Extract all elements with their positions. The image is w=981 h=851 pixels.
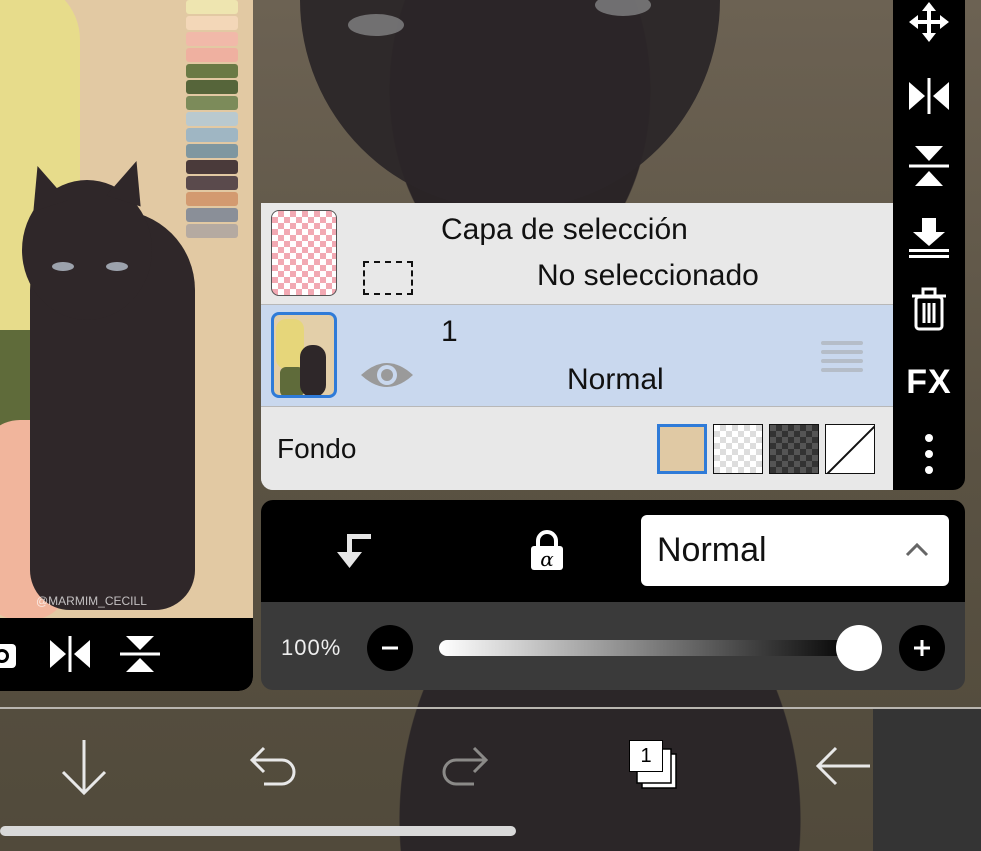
palette-swatch xyxy=(186,176,238,190)
background-option-light-checker[interactable] xyxy=(713,424,763,474)
palette-swatch xyxy=(186,0,238,14)
palette-swatch xyxy=(186,112,238,126)
layer-count-badge: 1 xyxy=(629,740,663,772)
background-option-none[interactable] xyxy=(825,424,875,474)
selection-layer-row[interactable]: Capa de selección No seleccionado xyxy=(261,203,893,305)
fx-icon[interactable]: FX xyxy=(899,354,959,410)
layer-1-name: 1 xyxy=(441,315,458,348)
more-vertical-icon[interactable] xyxy=(899,426,959,482)
background-option-dark-checker[interactable] xyxy=(769,424,819,474)
selection-layer-status: No seleccionado xyxy=(537,259,759,292)
blend-mode-bar: α Normal xyxy=(261,500,965,602)
layers-panel: Capa de selección No seleccionado 1 Norm… xyxy=(261,203,893,490)
opacity-slider-thumb[interactable] xyxy=(836,625,882,671)
palette-swatch xyxy=(186,48,238,62)
color-palette xyxy=(186,0,238,240)
palette-swatch xyxy=(186,208,238,222)
palette-swatch xyxy=(186,192,238,206)
palette-swatch xyxy=(186,80,238,94)
flip-horizontal-icon[interactable] xyxy=(899,68,959,124)
background-row: Fondo xyxy=(261,407,893,490)
artist-credit: @MARMIM_CECILL xyxy=(36,594,147,608)
palette-swatch xyxy=(186,128,238,142)
background-option-tan[interactable] xyxy=(657,424,707,474)
back-arrow-icon[interactable] xyxy=(808,730,880,802)
thumb-cat xyxy=(300,345,326,395)
art-cat-eye xyxy=(106,262,128,271)
palette-swatch xyxy=(186,16,238,30)
visibility-eye-icon[interactable] xyxy=(359,357,415,398)
opacity-value: 100% xyxy=(281,635,342,660)
flip-vertical-icon[interactable] xyxy=(899,138,959,194)
layer-1-blend-mode: Normal xyxy=(567,363,664,396)
blend-mode-value: Normal xyxy=(657,531,767,569)
clip-arrow-icon[interactable] xyxy=(335,530,375,577)
palette-swatch xyxy=(186,144,238,158)
move-icon[interactable] xyxy=(899,0,959,50)
merge-down-icon[interactable] xyxy=(899,210,959,266)
layers-icon[interactable]: 1 xyxy=(618,730,690,802)
flip-vertical-icon[interactable] xyxy=(118,634,162,679)
layer-1-thumbnail xyxy=(271,312,337,398)
opacity-decrease-button[interactable] xyxy=(367,625,413,671)
download-arrow-icon[interactable] xyxy=(48,730,120,802)
palette-swatch xyxy=(186,160,238,174)
preview-artwork: @MARMIM_CECILL xyxy=(0,0,253,618)
selection-layer-thumbnail xyxy=(271,210,337,296)
canvas-cat-eye xyxy=(348,14,404,36)
selection-marquee-icon xyxy=(363,261,413,295)
bottom-divider xyxy=(0,707,981,709)
opacity-slider-track[interactable] xyxy=(439,640,859,656)
selection-layer-title: Capa de selección xyxy=(441,213,688,246)
camera-icon[interactable] xyxy=(0,634,20,679)
palette-swatch xyxy=(186,224,238,238)
home-indicator[interactable] xyxy=(0,826,516,836)
opacity-increase-button[interactable] xyxy=(899,625,945,671)
drag-handle-icon[interactable] xyxy=(821,339,863,378)
palette-swatch xyxy=(186,64,238,78)
chevron-up-icon xyxy=(905,541,929,562)
redo-icon[interactable] xyxy=(428,730,500,802)
layer-tools-toolbar: FX xyxy=(893,0,965,490)
alpha-lock-icon[interactable]: α xyxy=(527,530,567,577)
layer-row-1[interactable]: 1 Normal xyxy=(261,305,893,407)
side-strip xyxy=(873,709,981,851)
flip-horizontal-icon[interactable] xyxy=(48,634,92,679)
opacity-bar: 100% xyxy=(261,602,965,690)
canvas-preview[interactable]: @MARMIM_CECILL xyxy=(0,0,253,691)
palette-swatch xyxy=(186,96,238,110)
undo-icon[interactable] xyxy=(238,730,310,802)
preview-toolbar xyxy=(0,618,253,691)
background-label: Fondo xyxy=(277,433,357,464)
blend-mode-select[interactable]: Normal xyxy=(641,515,949,586)
trash-icon[interactable] xyxy=(899,282,959,338)
art-cat-eye xyxy=(52,262,74,271)
svg-text:α: α xyxy=(540,547,554,571)
palette-swatch xyxy=(186,32,238,46)
